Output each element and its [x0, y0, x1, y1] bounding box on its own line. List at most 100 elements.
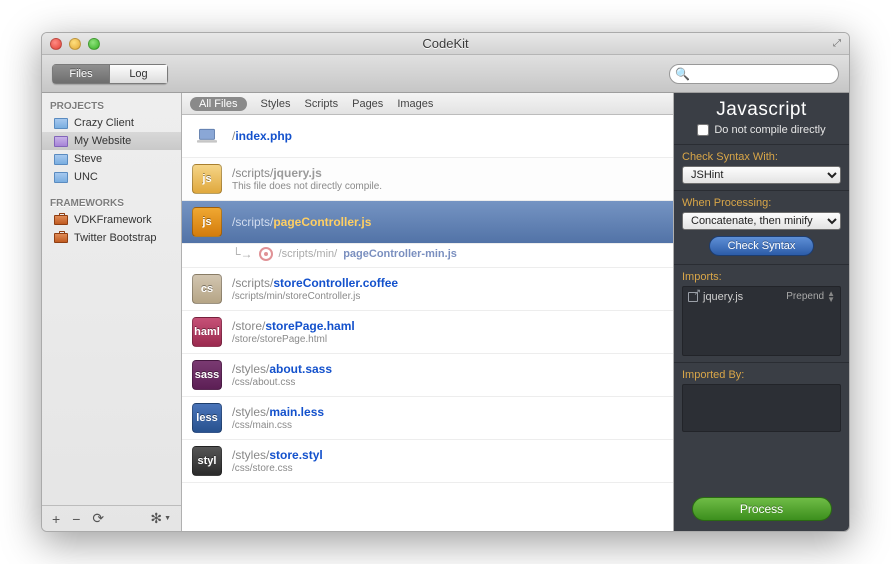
output-name: pageController-min.js — [343, 248, 457, 260]
import-row[interactable]: jquery.js Prepend▲▼ — [683, 287, 840, 306]
inspector-title: Javascript — [674, 93, 849, 124]
file-name: storeController.coffee — [273, 276, 398, 290]
file-name: index.php — [235, 129, 292, 143]
search-input[interactable] — [669, 64, 839, 84]
file-row[interactable]: js /scripts/pageController.js — [182, 201, 673, 244]
check-syntax-select[interactable]: JSHint — [682, 166, 841, 184]
coffeescript-icon: cs — [192, 274, 222, 304]
sidebar-item-project[interactable]: Steve — [42, 150, 181, 168]
sidebar-item-label: Steve — [74, 153, 102, 165]
app-window: CodeKit ⤢ Files Log 🔍 PROJECTS Crazy Cli… — [41, 32, 850, 532]
sidebar-item-framework[interactable]: Twitter Bootstrap — [42, 229, 181, 247]
view-segmented: Files Log — [52, 64, 168, 84]
filter-images[interactable]: Images — [397, 98, 433, 110]
inspector: Javascript Do not compile directly Check… — [674, 93, 849, 531]
file-list: /index.php js /scripts/jquery.js This fi… — [182, 115, 673, 531]
tab-files[interactable]: Files — [52, 64, 110, 84]
file-row[interactable]: haml /store/storePage.haml /store/storeP… — [182, 311, 673, 354]
js-icon: js — [192, 207, 222, 237]
file-row[interactable]: /index.php — [182, 115, 673, 158]
sidebar-item-label: Crazy Client — [74, 117, 134, 129]
filter-bar: All Files Styles Scripts Pages Images — [182, 93, 673, 115]
file-name: storePage.haml — [265, 319, 354, 333]
file-name: jquery.js — [273, 166, 321, 180]
filter-scripts[interactable]: Scripts — [304, 98, 338, 110]
file-row[interactable]: sass /styles/about.sass /css/about.css — [182, 354, 673, 397]
compile-directly-checkbox[interactable]: Do not compile directly — [674, 124, 849, 144]
file-name: store.styl — [269, 448, 322, 462]
sidebar-item-project[interactable]: UNC — [42, 168, 181, 186]
file-row[interactable]: styl /styles/store.styl /css/store.css — [182, 440, 673, 483]
target-icon — [259, 247, 273, 261]
file-subtext: /store/storePage.html — [232, 334, 355, 345]
filter-all[interactable]: All Files — [190, 97, 247, 111]
sidebar: PROJECTS Crazy Client My Website Steve U… — [42, 93, 182, 531]
checkbox-input[interactable] — [697, 124, 709, 136]
file-subtext: /css/about.css — [232, 377, 332, 388]
settings-menu[interactable]: ✻ ▼ — [150, 510, 171, 527]
when-processing-label: When Processing: — [682, 197, 841, 209]
check-syntax-button[interactable]: Check Syntax — [709, 236, 815, 256]
folder-icon — [54, 172, 68, 183]
imports-list: jquery.js Prepend▲▼ — [682, 286, 841, 356]
sidebar-footer: + − ⟳ ✻ ▼ — [42, 505, 181, 531]
titlebar: CodeKit ⤢ — [42, 33, 849, 55]
file-dir: /styles/ — [232, 405, 269, 419]
output-dir: /scripts/min/ — [279, 248, 338, 260]
filter-styles[interactable]: Styles — [261, 98, 291, 110]
briefcase-icon — [54, 215, 68, 225]
checkbox-label: Do not compile directly — [714, 124, 825, 136]
output-arrow-icon: └→ — [232, 247, 253, 261]
file-row[interactable]: cs /scripts/storeController.coffee /scri… — [182, 268, 673, 311]
tab-log[interactable]: Log — [110, 64, 168, 84]
sidebar-item-framework[interactable]: VDKFramework — [42, 211, 181, 229]
sidebar-item-label: Twitter Bootstrap — [74, 232, 157, 244]
stylus-icon: styl — [192, 446, 222, 476]
imports-label: Imports: — [682, 271, 841, 283]
briefcase-icon — [54, 233, 68, 243]
file-subtext: /css/main.css — [232, 420, 324, 431]
file-dir: /scripts/ — [232, 276, 273, 290]
window-title: CodeKit — [42, 36, 849, 51]
less-icon: less — [192, 403, 222, 433]
folder-icon — [54, 136, 68, 147]
import-name: jquery.js — [703, 291, 743, 303]
process-button[interactable]: Process — [692, 497, 832, 521]
file-dir: /scripts/ — [232, 215, 273, 229]
sidebar-item-label: My Website — [74, 135, 131, 147]
file-name: main.less — [269, 405, 324, 419]
imported-by-label: Imported By: — [682, 369, 841, 381]
file-row[interactable]: less /styles/main.less /css/main.css — [182, 397, 673, 440]
folder-icon — [54, 118, 68, 129]
check-syntax-label: Check Syntax With: — [682, 151, 841, 163]
sidebar-item-label: UNC — [74, 171, 98, 183]
import-icon — [688, 290, 700, 300]
import-mode[interactable]: Prepend▲▼ — [786, 291, 835, 303]
sidebar-heading-frameworks: FRAMEWORKS — [42, 194, 181, 211]
filter-pages[interactable]: Pages — [352, 98, 383, 110]
js-icon: js — [192, 164, 222, 194]
remove-button[interactable]: − — [72, 511, 80, 527]
folder-icon — [54, 154, 68, 165]
refresh-button[interactable]: ⟳ — [92, 510, 104, 527]
page-icon — [192, 121, 222, 151]
when-processing-select[interactable]: Concatenate, then minify — [682, 212, 841, 230]
file-dir: /styles/ — [232, 448, 269, 462]
sidebar-item-project[interactable]: My Website — [42, 132, 181, 150]
search-icon: 🔍 — [675, 67, 690, 81]
add-button[interactable]: + — [52, 511, 60, 527]
sidebar-item-label: VDKFramework — [74, 214, 152, 226]
output-row[interactable]: └→ /scripts/min/pageController-min.js — [182, 244, 673, 268]
file-name: pageController.js — [273, 215, 371, 229]
toolbar: Files Log 🔍 — [42, 55, 849, 93]
file-column: All Files Styles Scripts Pages Images /i… — [182, 93, 674, 531]
file-name: about.sass — [269, 362, 332, 376]
file-dir: /store/ — [232, 319, 265, 333]
sidebar-item-project[interactable]: Crazy Client — [42, 114, 181, 132]
sidebar-heading-projects: PROJECTS — [42, 97, 181, 114]
file-subtext: /css/store.css — [232, 463, 323, 474]
file-dir: /styles/ — [232, 362, 269, 376]
file-subtext: /scripts/min/storeController.js — [232, 291, 398, 302]
imported-by-list — [682, 384, 841, 432]
file-row[interactable]: js /scripts/jquery.js This file does not… — [182, 158, 673, 201]
